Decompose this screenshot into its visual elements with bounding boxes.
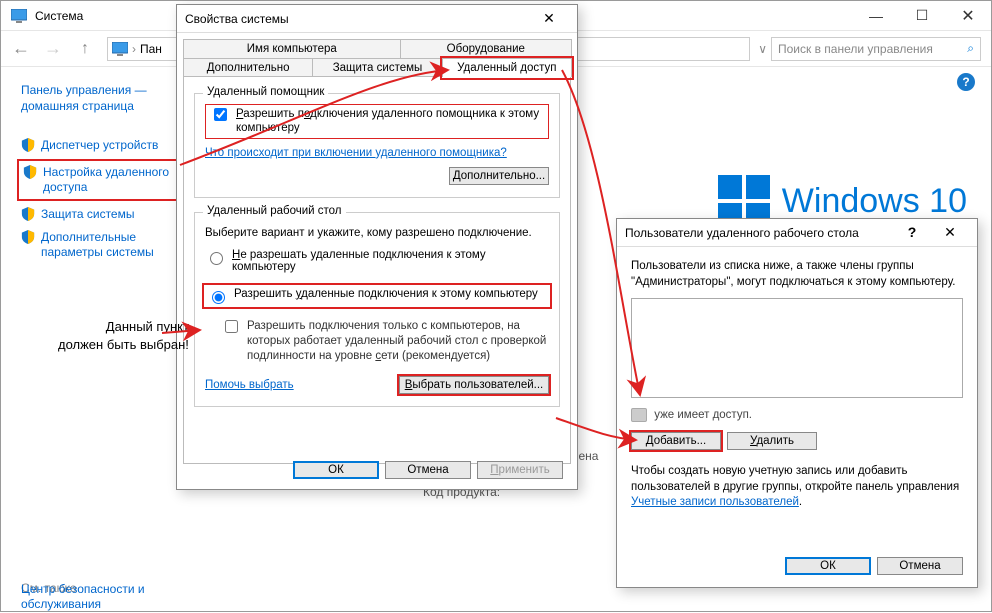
nav-system-protection[interactable]: Защита системы — [21, 203, 181, 226]
rd-radio-deny-input[interactable] — [210, 252, 223, 265]
ra-whatsthis-link[interactable]: Что происходит при включении удаленного … — [205, 147, 507, 159]
rdu-help-button[interactable]: ? — [893, 224, 931, 241]
nav-remote-settings[interactable]: Настройка удаленного доступа — [17, 159, 185, 201]
rd-description: Выберите вариант и укажите, кому разреше… — [205, 227, 549, 239]
system-properties-dialog: Свойства системы ✕ Имя компьютера Оборуд… — [176, 4, 578, 490]
search-icon: ⌕ — [967, 41, 974, 56]
search-placeholder: Поиск в панели управления — [778, 42, 961, 56]
rd-help-link[interactable]: Помочь выбрать — [205, 379, 294, 391]
annotation-text: Данный пункт должен быть выбран! — [58, 318, 189, 353]
rd-radio-allow[interactable]: Разрешить удаленные подключения к этому … — [202, 283, 552, 309]
remove-user-button[interactable]: Удалить — [727, 432, 817, 450]
apply-button: Применить — [477, 461, 563, 479]
rdu-cancel-button[interactable]: Отмена — [877, 557, 963, 575]
shield-icon — [21, 138, 35, 152]
back-button[interactable]: ← — [7, 35, 35, 63]
user-icon — [631, 408, 647, 422]
tab-advanced[interactable]: Дополнительно — [183, 58, 313, 77]
rdu-ok-button[interactable]: ОК — [785, 557, 871, 575]
remote-desktop-group: Удаленный рабочий стол Выберите вариант … — [194, 212, 560, 407]
cp-home-link[interactable]: Панель управления — домашняя страница — [21, 83, 181, 114]
remote-assistance-group: Удаленный помощник РРазрешить подключени… — [194, 93, 560, 198]
select-users-button[interactable]: Выбрать пользователей... — [399, 376, 549, 394]
nav-device-manager[interactable]: Диспетчер устройств — [21, 134, 181, 157]
dialog-titlebar: Свойства системы ✕ — [177, 5, 577, 33]
add-user-button[interactable]: Добавить... — [631, 432, 721, 450]
rd-radio-allow-input[interactable] — [212, 291, 225, 304]
tab-hardware[interactable]: Оборудование — [400, 39, 572, 58]
minimize-button[interactable]: — — [853, 1, 899, 31]
user-accounts-link[interactable]: Учетные записи пользователей — [631, 496, 799, 508]
shield-icon — [23, 165, 37, 179]
allow-ra-checkbox[interactable]: РРазрешить подключения удаленного помощн… — [205, 104, 549, 139]
maximize-button[interactable]: ☐ — [899, 1, 945, 31]
brand-text: Windows 10 — [782, 182, 967, 221]
rd-radio-deny[interactable]: Не разрешать удаленные подключения к это… — [205, 249, 549, 273]
rdu-hint: Чтобы создать новую учетную запись или д… — [631, 464, 963, 511]
group-legend-rd: Удаленный рабочий стол — [203, 205, 346, 217]
dialog-close-button[interactable]: ✕ — [529, 10, 569, 27]
tab-protection[interactable]: Защита системы — [312, 58, 442, 77]
nav-advanced[interactable]: Дополнительные параметры системы — [21, 226, 181, 264]
up-button[interactable]: ↑ — [71, 35, 99, 63]
rdu-titlebar: Пользователи удаленного рабочего стола ?… — [617, 219, 977, 247]
search-input[interactable]: Поиск в панели управления ⌕ — [771, 37, 981, 61]
rd-nla-checkbox[interactable]: Разрешить подключения только с компьютер… — [221, 319, 549, 364]
group-legend-ra: Удаленный помощник — [203, 86, 328, 98]
address-text: Пан — [140, 42, 162, 56]
close-button[interactable]: ✕ — [945, 1, 991, 31]
rdu-current-user: уже имеет доступ. — [631, 408, 963, 422]
tab-remote[interactable]: Удаленный доступ — [442, 58, 572, 77]
security-center-link[interactable]: Центр безопасности и обслуживания — [21, 582, 193, 613]
ok-button[interactable]: ОК — [293, 461, 379, 479]
pc-icon — [112, 42, 128, 56]
system-icon — [9, 6, 29, 26]
rdu-user-listbox[interactable] — [631, 298, 963, 398]
tab-panel-remote: Удаленный помощник РРазрешить подключени… — [183, 76, 571, 464]
rd-nla-checkbox-input[interactable] — [225, 320, 238, 333]
rdu-title: Пользователи удаленного рабочего стола — [625, 226, 859, 240]
tab-computer-name[interactable]: Имя компьютера — [183, 39, 401, 58]
forward-button[interactable]: → — [39, 35, 67, 63]
ra-advanced-button[interactable]: Дополнительно... — [449, 167, 549, 185]
remote-desktop-users-dialog: Пользователи удаленного рабочего стола ?… — [616, 218, 978, 588]
dialog-title: Свойства системы — [185, 12, 289, 26]
window-title: Система — [35, 9, 83, 23]
rdu-close-button[interactable]: ✕ — [931, 224, 969, 241]
rdu-description: Пользователи из списка ниже, а также чле… — [631, 259, 963, 290]
shield-icon — [21, 207, 35, 221]
allow-ra-checkbox-input[interactable] — [214, 108, 227, 121]
cancel-button[interactable]: Отмена — [385, 461, 471, 479]
shield-icon — [21, 230, 35, 244]
